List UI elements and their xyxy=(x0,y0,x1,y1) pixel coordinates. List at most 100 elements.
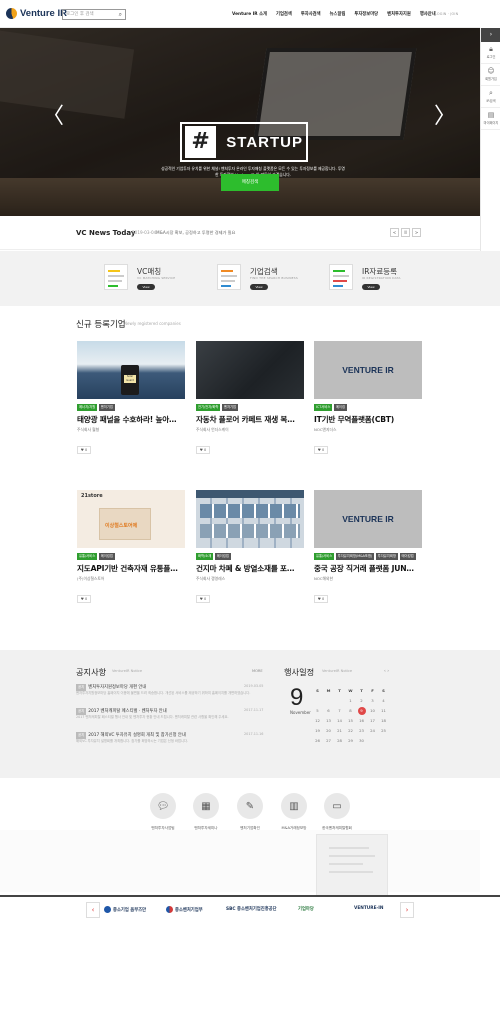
like-button[interactable]: ♥ 0 xyxy=(196,446,210,454)
calendar-day[interactable]: 20 xyxy=(323,726,334,736)
like-button[interactable]: ♥ 0 xyxy=(77,446,91,454)
calendar-day[interactable]: 13 xyxy=(323,716,334,726)
partner-logo-ombudsman[interactable]: 중소기업 옴부즈만 xyxy=(104,906,146,913)
calendar-day[interactable]: 25 xyxy=(378,726,389,736)
partner-name: SBC 중소벤처기업진흥공단 xyxy=(226,907,277,912)
hero-cta-button[interactable]: 매칭검색 xyxy=(221,174,279,191)
notice-item[interactable]: 공지 2017 벤처캐피탈 페스티벌 · 벤처투자 안내 2017.11.17 2… xyxy=(76,708,266,720)
nav-item-investor-search[interactable]: 투자사검색 xyxy=(301,11,321,17)
company-card[interactable]: 21store 이상철스토어에 유통/서비스 메이킹업 지도API기반 건축자재… xyxy=(77,490,185,603)
search-placeholder: 로그인 후 검색 xyxy=(66,12,94,17)
calendar-day[interactable]: 12 xyxy=(312,716,323,726)
quicklink-kvca[interactable]: ▭ 한국벤처캐피탈협회 xyxy=(309,793,365,831)
calendar-day-number: 30 xyxy=(359,738,364,743)
quick-bar-collapse-icon[interactable]: › xyxy=(481,28,500,42)
news-next-button[interactable]: > xyxy=(412,228,421,237)
calendar-day[interactable]: 18 xyxy=(378,716,389,726)
notice-item[interactable]: 공지 벤처투자지원정보마당 개편 안내 2019.03.05 벤처투자지원정보마당… xyxy=(76,684,266,696)
company-headline[interactable]: 태양광 패널을 수호하라! 높아… xyxy=(77,414,185,425)
company-headline[interactable]: 자동차 플로어 카페트 재생 복… xyxy=(196,414,304,425)
like-button[interactable]: ♥ 0 xyxy=(77,595,91,603)
calendar-day[interactable]: 3 xyxy=(367,696,378,706)
calendar-day[interactable]: 16 xyxy=(356,716,367,726)
notice-more-link[interactable]: MORE xyxy=(252,669,263,673)
like-button[interactable]: ♥ 0 xyxy=(314,595,328,603)
service-ir-registration[interactable]: IR자료등록 IR REGISTRATION DATA View xyxy=(329,264,429,296)
presentation-icon: ▦ xyxy=(193,793,219,819)
nav-item-about[interactable]: Venture IR 소개 xyxy=(232,11,267,17)
calendar-day[interactable]: 8 xyxy=(345,706,356,716)
partner-logo-venturein[interactable]: VENTURE-IN xyxy=(354,906,384,911)
company-headline[interactable]: 건지마 차폐 & 방열소재를 포… xyxy=(196,563,304,574)
nav-item-venture-support[interactable]: 벤처투자지원 xyxy=(387,11,411,17)
news-prev-button[interactable]: < xyxy=(390,228,399,237)
service-vc-matching[interactable]: VC매칭 VC MATCHING SERVICE View xyxy=(104,264,204,296)
service-company-search[interactable]: 기업검색 FIND THE SEARCH BUSINESS View xyxy=(217,264,317,296)
calendar-day[interactable]: 29 xyxy=(345,736,356,746)
service-view-button[interactable]: View xyxy=(250,284,268,290)
hero-hash: # xyxy=(185,126,217,158)
calendar-day[interactable]: 10 xyxy=(367,706,378,716)
calendar-day[interactable]: 23 xyxy=(356,726,367,736)
calendar-day[interactable]: 22 xyxy=(345,726,356,736)
calendar-day[interactable]: 17 xyxy=(367,716,378,726)
calendar-day[interactable]: 21 xyxy=(334,726,345,736)
calendar-day[interactable]: 7 xyxy=(334,706,345,716)
partner-next-button[interactable]: › xyxy=(400,902,414,918)
quick-ir-search[interactable]: ⌕ IR검색 xyxy=(481,86,500,108)
calendar-day[interactable]: 11 xyxy=(378,706,389,716)
calendar-day[interactable]: 19 xyxy=(312,726,323,736)
calendar-day[interactable]: 26 xyxy=(312,736,323,746)
logo[interactable]: Venture IR xyxy=(6,8,67,19)
nav-item-invest-info[interactable]: 투자정보마당 xyxy=(354,11,378,17)
news-headline[interactable]: M&A시장 확보, 공정하고 투명한 경제가 필요 xyxy=(156,230,235,236)
news-pause-button[interactable]: II xyxy=(401,228,410,237)
company-card[interactable]: VENTURE IR 유통/서비스 투자유치희망(M&A포함) 투자유치희망 메… xyxy=(314,490,422,603)
notice-item[interactable]: 공지 2017 해외VC 투자유치 설명회 개최 및 참가신청 안내 2017.1… xyxy=(76,732,266,744)
company-headline[interactable]: IT기반 무역플랫폼(CBT) xyxy=(314,414,422,425)
clipboard-icon: ▥ xyxy=(281,793,307,819)
decor-background xyxy=(0,830,480,892)
partner-logo-mss[interactable]: 중소벤처기업부 xyxy=(166,906,203,913)
search-icon[interactable]: ⌕ xyxy=(119,12,122,18)
calendar-day[interactable]: 28 xyxy=(334,736,345,746)
calendar-day[interactable]: 1 xyxy=(345,696,356,706)
company-card[interactable]: Solar Guard 에너지/자원 벤처기업 태양광 패널을 수호하라! 높아… xyxy=(77,341,185,454)
nav-item-news[interactable]: 뉴스알림 xyxy=(330,11,346,17)
company-headline[interactable]: 중국 공장 직거래 플랫폼 JUN… xyxy=(314,563,422,574)
calendar-day[interactable]: 5 xyxy=(312,706,323,716)
calendar-nav-arrows[interactable]: ‹ › xyxy=(384,669,389,674)
quick-login[interactable]: 🔒︎ 로그인 xyxy=(481,42,500,64)
util-links[interactable]: HOME · LOGIN · JOIN xyxy=(420,12,458,16)
company-headline[interactable]: 지도API기반 건축자재 유통플… xyxy=(77,563,185,574)
calendar-day[interactable]: 14 xyxy=(334,716,345,726)
store-brand: 21store xyxy=(81,493,103,499)
quick-mypage[interactable]: ▤ 마이페이지 xyxy=(481,108,500,130)
calendar-day[interactable]: 27 xyxy=(323,736,334,746)
company-card[interactable]: 전기/전자/화학 벤처기업 자동차 플로어 카페트 재생 복… 주식회사 언더스… xyxy=(196,341,304,454)
calendar-day[interactable]: 24 xyxy=(367,726,378,736)
company-card[interactable]: 화학/소재 메이킹업 건지마 차폐 & 방열소재를 포… 주식회사 쟁영레스 ♥… xyxy=(196,490,304,603)
calendar-day[interactable]: 15 xyxy=(345,716,356,726)
calendar-day[interactable]: 4 xyxy=(378,696,389,706)
calendar-day[interactable]: 2 xyxy=(356,696,367,706)
calendar-day[interactable]: 6 xyxy=(323,706,334,716)
like-button[interactable]: ♥ 0 xyxy=(196,595,210,603)
calendar-day xyxy=(312,696,323,706)
partner-logo-sbc[interactable]: SBC 중소벤처기업진흥공단 xyxy=(226,906,277,912)
hero-prev-icon[interactable]: 〈 xyxy=(42,98,64,130)
partner-logo-bizinfo[interactable]: 기업마당 xyxy=(298,906,314,912)
company-thumbnail xyxy=(196,490,304,548)
search-input[interactable]: 로그인 후 검색 ⌕ xyxy=(62,9,126,20)
hero-next-icon[interactable]: 〉 xyxy=(434,98,456,130)
like-button[interactable]: ♥ 0 xyxy=(314,446,328,454)
calendar-day[interactable]: 30 xyxy=(356,736,367,746)
company-card[interactable]: VENTURE IR ICT서비스 메이킹 IT기반 무역플랫폼(CBT) NO… xyxy=(314,341,422,454)
person-icon: ☺ xyxy=(487,67,495,75)
service-view-button[interactable]: View xyxy=(362,284,380,290)
calendar-day[interactable]: 9 xyxy=(356,706,367,716)
service-view-button[interactable]: View xyxy=(137,284,155,290)
nav-item-company-search[interactable]: 기업검색 xyxy=(276,11,292,17)
partner-prev-button[interactable]: ‹ xyxy=(86,902,100,918)
quick-join[interactable]: ☺ 회원가입 xyxy=(481,64,500,86)
